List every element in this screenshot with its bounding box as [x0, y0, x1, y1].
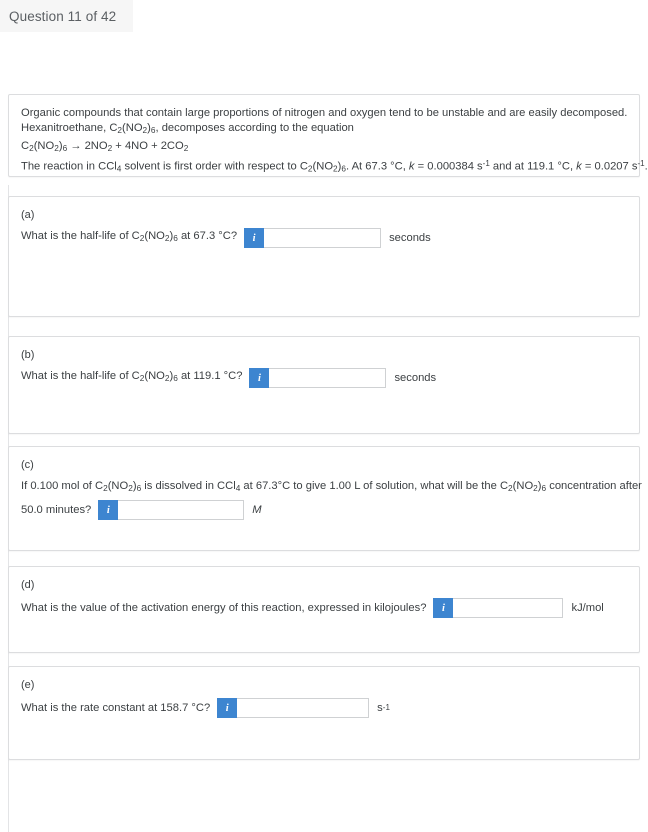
part-c-mid-3: (NO — [512, 480, 534, 492]
stem-line-4: The reaction in CCl4 solvent is first or… — [21, 156, 648, 177]
stem-line-2-mid: (NO — [122, 122, 143, 135]
part-c-question-row-2: 50.0 minutes? i M — [21, 500, 627, 521]
info-icon[interactable]: i — [98, 500, 119, 521]
question-tab[interactable]: Question 11 of 42 — [0, 0, 133, 32]
part-a-answer-group: i — [244, 228, 382, 248]
info-icon[interactable]: i — [244, 228, 265, 248]
question-tab-label: Question 11 of 42 — [9, 8, 117, 24]
part-b-unit: seconds — [394, 372, 437, 384]
stem-line-2-pre: Hexanitroethane, C — [21, 122, 118, 135]
part-a-card: (a) What is the half-life of C2(NO2)6 at… — [8, 196, 640, 317]
part-c-question-line-1: If 0.100 mol of C2(NO2)6 is dissolved in… — [21, 478, 642, 497]
part-c-unit: M — [252, 504, 262, 517]
stem-line-4-value-1: = 0.000384 s — [414, 160, 483, 173]
part-e-unit-exponent: -1 — [382, 703, 390, 712]
stem-line-1: Organic compounds that contain large pro… — [21, 107, 628, 119]
part-a-letter: (a) — [21, 209, 35, 221]
part-c-question-line-2: 50.0 minutes? — [21, 504, 92, 517]
stem-line-4-exp-2: -1 — [637, 159, 645, 169]
part-c-mid-1: (NO — [107, 480, 129, 492]
stem-line-4-mid-1: solvent is first order with respect to C — [121, 160, 308, 173]
part-b-letter: (b) — [21, 349, 35, 361]
part-e-letter: (e) — [21, 679, 35, 691]
part-c-l1-mid-2: at 67.3°C to give 1.00 L of solution, wh… — [240, 480, 509, 492]
part-a-q-pre: What is the half-life of C — [21, 230, 140, 243]
part-e-card: (e) What is the rate constant at 158.7 °… — [8, 666, 640, 760]
part-e-answer-input[interactable] — [237, 698, 370, 718]
part-e-answer-group: i — [217, 698, 370, 718]
part-e-unit: s -1 — [377, 700, 390, 716]
part-e-question-row: What is the rate constant at 158.7 °C? i… — [21, 698, 627, 718]
part-c-card: (c) If 0.100 mol of C2(NO2)6 is dissolve… — [8, 446, 642, 551]
part-a-question-row: What is the half-life of C2(NO2)6 at 67.… — [21, 228, 627, 248]
info-icon[interactable]: i — [217, 698, 238, 718]
part-c-answer-input[interactable] — [118, 500, 245, 521]
eq-sub-2: 2 — [54, 143, 59, 153]
part-b-card: (b) What is the half-life of C2(NO2)6 at… — [8, 336, 640, 434]
part-b-q-pre: What is the half-life of C — [21, 370, 140, 383]
part-d-question-row: What is the value of the activation ener… — [21, 598, 627, 618]
stem-line-4-mid-4: . At 67.3 °C, — [345, 160, 409, 173]
part-d-card: (d) What is the value of the activation … — [8, 566, 640, 653]
stem-line-4-pre: The reaction in CCl — [21, 160, 117, 173]
part-b-q-post: at 119.1 °C? — [177, 370, 243, 383]
eq-sub-4: 2 — [107, 143, 113, 153]
stem-line-4-mid-2: (NO — [312, 160, 334, 173]
part-b-mid-1: (NO — [144, 370, 165, 383]
stem-line-4-value-2: = 0.0207 s — [581, 160, 638, 173]
part-d-answer-group: i — [433, 598, 564, 618]
stem-line-2-post: , decomposes according to the equation — [155, 122, 354, 135]
info-icon[interactable]: i — [249, 368, 270, 388]
part-e-question-text: What is the rate constant at 158.7 °C? — [21, 702, 211, 714]
stem-line-4-exp-1: -1 — [482, 159, 490, 169]
stem-line-2: Hexanitroethane, C2(NO2)6, decomposes ac… — [21, 121, 627, 138]
stem-line-4-mid-5: and at 119.1 °C, — [489, 160, 577, 173]
part-c-l1-mid: is dissolved in CCl — [141, 480, 236, 492]
part-b-question-text: What is the half-life of C2(NO2)6 at 119… — [21, 368, 242, 387]
part-a-unit: seconds — [389, 232, 431, 244]
part-a-answer-input[interactable] — [264, 228, 382, 248]
part-a-question-text: What is the half-life of C2(NO2)6 at 67.… — [21, 228, 237, 247]
info-icon[interactable]: i — [433, 598, 454, 618]
part-d-question-text: What is the value of the activation ener… — [21, 602, 427, 614]
part-b-answer-group: i — [249, 368, 387, 388]
part-c-answer-group: i — [98, 500, 245, 521]
part-b-question-row: What is the half-life of C2(NO2)6 at 119… — [21, 368, 627, 388]
eq-sub-1: 2 — [29, 143, 34, 153]
part-b-answer-input[interactable] — [269, 368, 387, 388]
part-c-l1-pre: If 0.100 mol of C — [21, 480, 104, 492]
part-c-letter: (c) — [21, 459, 34, 471]
part-d-answer-input[interactable] — [453, 598, 564, 618]
part-a-q-post: at 67.3 °C? — [177, 230, 238, 243]
stem-line-4-end: . — [644, 160, 648, 173]
stem-equation: C2(NO2)6 → 2NO2 + 4NO + 2CO2 — [21, 139, 189, 153]
question-stem-card: Organic compounds that contain large pro… — [8, 94, 648, 177]
part-d-letter: (d) — [21, 579, 35, 591]
header-bar: Question 11 of 42 — [0, 0, 648, 32]
eq-sub-5: 2 — [183, 143, 189, 153]
part-c-l1-end: concentration after — [546, 480, 642, 492]
part-d-unit: kJ/mol — [571, 602, 604, 614]
eq-sub-3: 6 — [62, 143, 68, 153]
part-a-mid-1: (NO — [144, 230, 165, 243]
